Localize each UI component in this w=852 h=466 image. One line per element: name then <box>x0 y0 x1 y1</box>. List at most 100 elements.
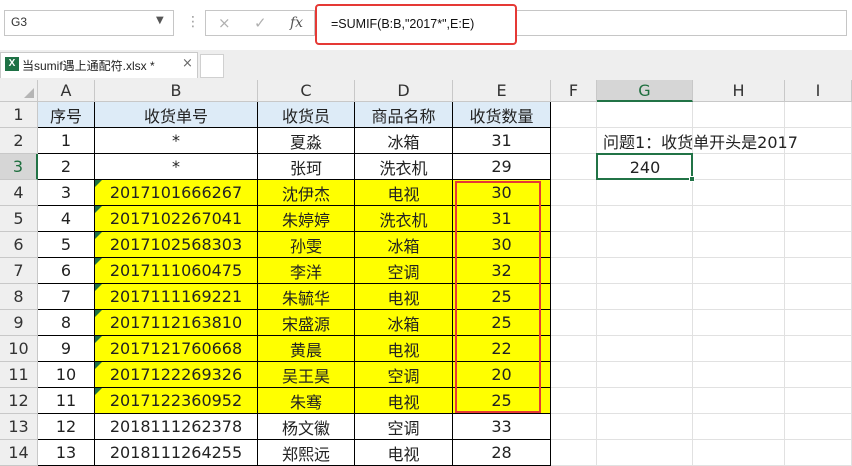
row-header-3[interactable]: 3 <box>0 154 38 180</box>
empty-cell[interactable] <box>597 258 693 284</box>
cell-receiver[interactable]: 朱骞 <box>258 388 355 414</box>
row-header-11[interactable]: 11 <box>0 362 38 388</box>
empty-cell[interactable] <box>551 336 597 362</box>
empty-cell[interactable] <box>551 180 597 206</box>
column-header-d[interactable]: D <box>355 80 453 102</box>
cell-order-number[interactable]: 2017121760668 <box>95 336 258 362</box>
empty-cell[interactable] <box>551 284 597 310</box>
empty-cell[interactable] <box>785 258 852 284</box>
empty-cell[interactable] <box>693 336 785 362</box>
row-header-6[interactable]: 6 <box>0 232 38 258</box>
empty-cell[interactable] <box>597 284 693 310</box>
empty-cell[interactable] <box>693 258 785 284</box>
cell-receiver[interactable]: 沈伊杰 <box>258 180 355 206</box>
empty-cell[interactable] <box>597 232 693 258</box>
insert-function-icon[interactable]: fx <box>290 15 303 31</box>
cell-receiver[interactable]: 朱婷婷 <box>258 206 355 232</box>
empty-cell[interactable] <box>551 362 597 388</box>
empty-cell[interactable] <box>693 284 785 310</box>
cell-product[interactable]: 冰箱 <box>355 232 453 258</box>
cell-product[interactable]: 电视 <box>355 388 453 414</box>
cell-seq[interactable]: 13 <box>38 440 95 466</box>
cell-order-number[interactable]: 2017101666267 <box>95 180 258 206</box>
empty-cell[interactable] <box>785 232 852 258</box>
cell-product[interactable]: 空调 <box>355 362 453 388</box>
empty-cell[interactable] <box>785 336 852 362</box>
empty-cell[interactable] <box>597 336 693 362</box>
column-header-i[interactable]: I <box>785 80 852 102</box>
row-header-10[interactable]: 10 <box>0 336 38 362</box>
empty-cell[interactable] <box>693 102 785 128</box>
cell-order-number[interactable]: 2018111264255 <box>95 440 258 466</box>
cell-receiver[interactable]: 吴王昊 <box>258 362 355 388</box>
empty-cell[interactable] <box>551 128 597 154</box>
empty-cell[interactable] <box>693 440 785 466</box>
empty-cell[interactable] <box>551 206 597 232</box>
select-all-corner[interactable] <box>0 80 38 102</box>
empty-cell[interactable] <box>693 414 785 440</box>
cancel-icon[interactable]: × <box>218 14 231 32</box>
cell-seq[interactable]: 2 <box>38 154 95 180</box>
row-header-5[interactable]: 5 <box>0 206 38 232</box>
cell-order-number[interactable]: 2017111169221 <box>95 284 258 310</box>
empty-cell[interactable] <box>785 440 852 466</box>
cell-product[interactable]: 空调 <box>355 258 453 284</box>
cell-seq[interactable]: 1 <box>38 128 95 154</box>
cell-product[interactable]: 冰箱 <box>355 310 453 336</box>
row-header-14[interactable]: 14 <box>0 440 38 466</box>
cell-receiver[interactable]: 郑熙远 <box>258 440 355 466</box>
empty-cell[interactable] <box>693 362 785 388</box>
cell-quantity[interactable]: 28 <box>453 440 551 466</box>
empty-cell[interactable] <box>597 310 693 336</box>
column-header-e[interactable]: E <box>453 80 551 102</box>
cell-seq[interactable]: 6 <box>38 258 95 284</box>
cell-order-number[interactable]: * <box>95 128 258 154</box>
cell-seq[interactable]: 9 <box>38 336 95 362</box>
empty-cell[interactable] <box>785 310 852 336</box>
empty-cell[interactable] <box>551 414 597 440</box>
row-header-13[interactable]: 13 <box>0 414 38 440</box>
cell-seq[interactable]: 11 <box>38 388 95 414</box>
empty-cell[interactable] <box>785 154 852 180</box>
empty-cell[interactable] <box>693 232 785 258</box>
cell-seq[interactable]: 5 <box>38 232 95 258</box>
row-header-2[interactable]: 2 <box>0 128 38 154</box>
empty-cell[interactable] <box>693 310 785 336</box>
cell-seq[interactable]: 3 <box>38 180 95 206</box>
cell-product[interactable]: 洗衣机 <box>355 206 453 232</box>
cell-receiver[interactable]: 朱毓华 <box>258 284 355 310</box>
cell-product[interactable]: 电视 <box>355 440 453 466</box>
column-header-f[interactable]: F <box>551 80 597 102</box>
cell-seq[interactable]: 8 <box>38 310 95 336</box>
cell-order-number[interactable]: 2018111262378 <box>95 414 258 440</box>
cell-receiver[interactable]: 黄晨 <box>258 336 355 362</box>
row-header-12[interactable]: 12 <box>0 388 38 414</box>
cell-order-number[interactable]: 2017102568303 <box>95 232 258 258</box>
empty-cell[interactable] <box>693 180 785 206</box>
cell-order-number[interactable]: 2017122360952 <box>95 388 258 414</box>
empty-cell[interactable] <box>597 180 693 206</box>
empty-cell[interactable] <box>785 414 852 440</box>
cell-receiver[interactable]: 夏淼 <box>258 128 355 154</box>
empty-cell[interactable] <box>785 102 852 128</box>
cell-order-number[interactable]: 2017122269326 <box>95 362 258 388</box>
empty-cell[interactable] <box>551 388 597 414</box>
row-header-1[interactable]: 1 <box>0 102 38 128</box>
new-tab-button[interactable] <box>200 54 224 78</box>
formula-input[interactable]: =SUMIF(B:B,"2017*",E:E) <box>315 4 517 45</box>
cell-order-number[interactable]: 2017102267041 <box>95 206 258 232</box>
name-box-dropdown-icon[interactable]: ▼ <box>156 15 164 26</box>
fill-handle[interactable] <box>689 176 695 182</box>
column-header-c[interactable]: C <box>258 80 355 102</box>
row-header-8[interactable]: 8 <box>0 284 38 310</box>
cell-quantity[interactable]: 33 <box>453 414 551 440</box>
cell-seq[interactable]: 7 <box>38 284 95 310</box>
formula-input-area[interactable] <box>517 10 847 36</box>
cell-product[interactable]: 空调 <box>355 414 453 440</box>
empty-cell[interactable] <box>597 206 693 232</box>
cell-product[interactable]: 电视 <box>355 284 453 310</box>
cell-product[interactable]: 冰箱 <box>355 128 453 154</box>
empty-cell[interactable] <box>693 206 785 232</box>
empty-cell[interactable] <box>551 154 597 180</box>
empty-cell[interactable] <box>785 206 852 232</box>
